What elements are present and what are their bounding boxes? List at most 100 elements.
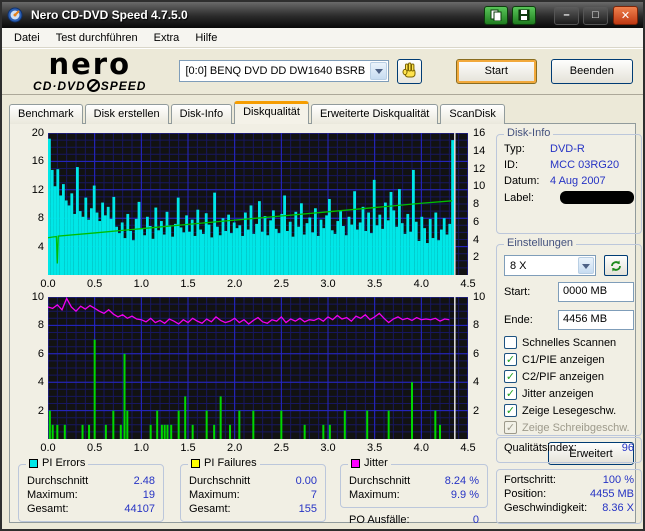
stats-label: Maximum:	[349, 489, 400, 501]
checkbox-label: Zeige Lesegeschw.	[522, 404, 617, 417]
pi-errors-chart-x-axis-tick: 1.0	[133, 278, 149, 290]
checkbox-c2-pif-anzeigen[interactable]: ✓ C2/PIF anzeigen	[497, 368, 641, 385]
start-field-row: Start: 0000 MB	[497, 278, 641, 306]
checkbox-box[interactable]: ✓	[504, 370, 517, 383]
jitter-chart-plot	[47, 296, 469, 439]
save-button[interactable]	[512, 5, 536, 25]
checkbox-box[interactable]: ✓	[504, 353, 517, 366]
checkbox-box[interactable]: ✓	[504, 404, 517, 417]
legend-color-chip	[351, 458, 360, 468]
stats-box-title: Jitter	[348, 457, 391, 469]
tab-erweiterte-diskqualität[interactable]: Erweiterte Diskqualität	[310, 104, 439, 124]
quality-index-label: Qualitätsindex:	[504, 442, 577, 454]
hand-icon	[402, 62, 416, 78]
jitter-chart-x-axis-tick: 1.0	[133, 442, 149, 454]
jitter-chart-x-axis-tick: 4.5	[460, 442, 476, 454]
start-field-label: Start:	[504, 286, 531, 298]
speed-select[interactable]: 8 X	[504, 255, 596, 276]
checkbox-zeige-lesegeschw-[interactable]: ✓ Zeige Lesegeschw.	[497, 402, 641, 419]
ende-field[interactable]: 4456 MB	[558, 310, 634, 330]
maximize-button[interactable]: □	[583, 5, 608, 25]
app-window: Nero CD-DVD Speed 4.7.5.0 – □ ✕ Datei Tes…	[0, 0, 645, 531]
speed-select-row: 8 X	[497, 253, 641, 278]
close-button[interactable]: ✕	[613, 5, 638, 25]
progress-row: Geschwindigkeit: 8.36 X	[497, 501, 641, 515]
stats-value: 44107	[124, 503, 155, 515]
jitter-chart-x-axis-tick: 3.0	[320, 442, 336, 454]
jitter-chart-x-axis-tick: 1.5	[180, 442, 196, 454]
pi-errors-chart-x-axis-tick: 1.5	[180, 278, 196, 290]
tab-diskqualität[interactable]: Diskqualität	[234, 101, 309, 124]
toolbar: nero CD·DVD SPEED [0:0] BENQ DVD DD DW16…	[2, 48, 643, 95]
stats-value: 19	[142, 489, 155, 501]
drive-select-value: [0:0] BENQ DVD DD DW1640 BSRB	[185, 65, 366, 77]
po-failures-row: PO Ausfälle: 0	[340, 512, 488, 528]
stats-value: 0.00	[295, 475, 317, 487]
quit-button[interactable]: Beenden	[550, 58, 633, 84]
stats-row: Maximum: 9.9 %	[341, 488, 487, 502]
progress-box: Fortschritt: 100 % Position: 4455 MB Geschwi…	[496, 469, 642, 524]
jitter-chart-x-axis-tick: 3.5	[367, 442, 383, 454]
progress-row: Position: 4455 MB	[497, 487, 641, 501]
nero-logo-title: nero	[48, 47, 131, 81]
refresh-button[interactable]	[604, 255, 628, 276]
stats-label: Durchschnitt	[349, 475, 411, 487]
checkbox-zeige-schreibgeschw-[interactable]: ✓ Zeige Schreibgeschw.	[497, 419, 641, 436]
progress-value: 8.36 X	[602, 502, 634, 514]
checkbox-label: Jitter anzeigen	[522, 387, 594, 400]
menu-item-hilfe[interactable]: Hilfe	[187, 29, 225, 47]
stats-row: Durchschnitt 0.00	[181, 474, 325, 488]
tab-disk-info[interactable]: Disk-Info	[170, 104, 233, 124]
refresh-icon	[611, 260, 621, 271]
checkbox-label: Zeige Schreibgeschw.	[522, 421, 630, 434]
disk-info-value: 4 Aug 2007	[550, 175, 606, 187]
menubar: Datei Test durchführen Extra Hilfe	[2, 28, 643, 48]
checkbox-box[interactable]: ✓	[504, 387, 517, 400]
logo-subtitle-right: SPEED	[100, 78, 147, 93]
jitter-chart-x-axis-tick: 2.0	[227, 442, 243, 454]
stats-row: Durchschnitt 2.48	[19, 474, 163, 488]
quality-index-box: Qualitätsindex: 96	[496, 437, 642, 463]
tab-disk-erstellen[interactable]: Disk erstellen	[84, 104, 169, 124]
logo-subtitle-left: CD·DVD	[33, 78, 86, 93]
start-field[interactable]: 0000 MB	[558, 282, 634, 302]
redacted-label-value	[560, 191, 634, 204]
po-failures-value: 0	[472, 514, 479, 526]
menu-item-extra[interactable]: Extra	[146, 29, 188, 47]
pi-errors-chart-left-axis-tick: 8	[37, 212, 44, 225]
chevron-down-icon[interactable]	[578, 257, 594, 274]
menu-item-datei[interactable]: Datei	[6, 29, 48, 47]
tab-scandisk[interactable]: ScanDisk	[440, 104, 505, 124]
disk-info-row: Datum: 4 Aug 2007	[497, 173, 641, 189]
pi-errors-chart-left-axis-tick: 4	[37, 240, 44, 253]
checkbox-box[interactable]	[504, 336, 517, 349]
menu-item-test-durchführen[interactable]: Test durchführen	[48, 29, 146, 47]
tab-benchmark[interactable]: Benchmark	[9, 104, 83, 124]
checkbox-label: C2/PIF anzeigen	[522, 370, 604, 383]
disk-info-label: Label:	[504, 191, 534, 204]
copy-to-clipboard-button[interactable]	[484, 5, 508, 25]
stats-box-title: PI Failures	[188, 457, 260, 469]
pi-errors-chart-x-axis-tick: 4.5	[460, 278, 476, 290]
checkbox-jitter-anzeigen[interactable]: ✓ Jitter anzeigen	[497, 385, 641, 402]
save-icon	[518, 9, 530, 21]
checkbox-c1-pie-anzeigen[interactable]: ✓ C1/PIE anzeigen	[497, 351, 641, 368]
disk-info-title: Disk-Info	[504, 127, 554, 139]
drive-select[interactable]: [0:0] BENQ DVD DD DW1640 BSRB	[179, 60, 390, 82]
progress-label: Fortschritt:	[504, 474, 556, 486]
pi-errors-chart-x-axis-tick: 2.0	[227, 278, 243, 290]
titlebar[interactable]: Nero CD-DVD Speed 4.7.5.0 – □ ✕	[2, 2, 643, 28]
disk-info-label: Datum:	[504, 175, 540, 187]
start-button[interactable]: Start	[455, 58, 537, 84]
pi-errors-chart-left-axis-tick: 20	[31, 127, 44, 139]
checkbox-box[interactable]: ✓	[504, 421, 517, 434]
eject-tray-button[interactable]	[397, 58, 422, 84]
pi-errors-chart-plot	[47, 132, 469, 275]
minimize-button[interactable]: –	[554, 5, 579, 25]
quality-index-value: 96	[621, 442, 634, 454]
chevron-down-icon[interactable]	[370, 62, 388, 80]
stats-row: Durchschnitt 8.24 %	[341, 474, 487, 488]
checkbox-schnelles-scannen[interactable]: Schnelles Scannen	[497, 334, 641, 351]
stats-box-title-text: PI Failures	[204, 457, 257, 469]
window-title: Nero CD-DVD Speed 4.7.5.0	[31, 8, 188, 22]
